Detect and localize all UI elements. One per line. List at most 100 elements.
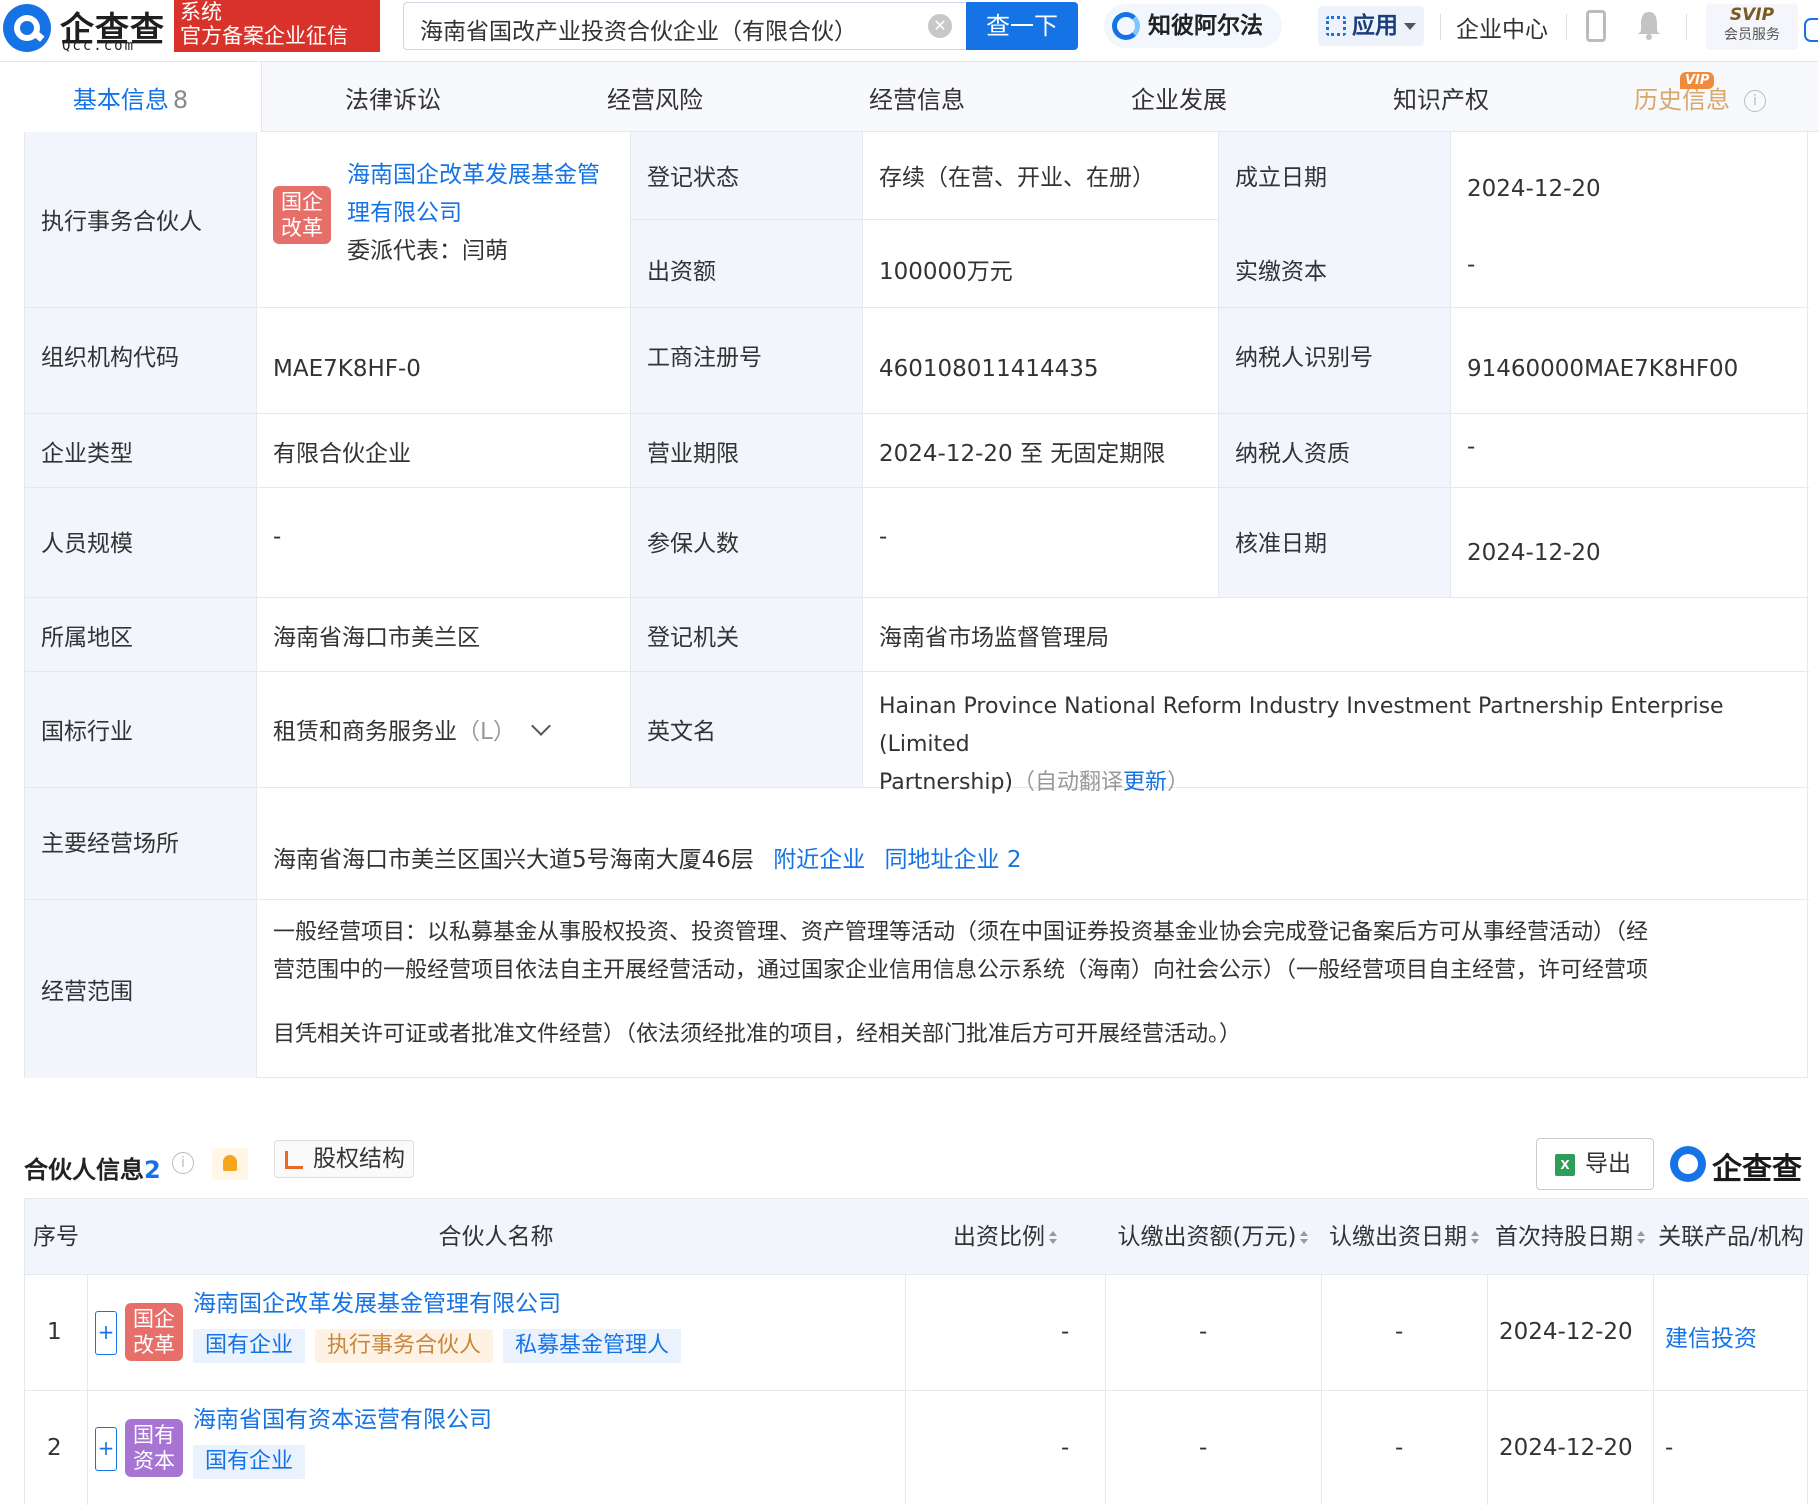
bell-shape (223, 1155, 237, 1171)
tag-state-owned[interactable]: 国有企业 (193, 1329, 306, 1363)
chevron-down-icon (1404, 23, 1416, 30)
field-label: 实缴资本 (1235, 259, 1327, 285)
en-name-value-cell: Hainan Province National Reform Industry… (863, 672, 1809, 795)
field-value: 存续（在营、开业、在册） (879, 165, 1155, 191)
capital-value-cell: 100000万元 (863, 220, 1219, 308)
sort-icon (1049, 1231, 1057, 1245)
export-button[interactable]: X 导出 (1536, 1138, 1654, 1190)
en-name-label-cell: 英文名 (631, 672, 863, 788)
svip-button[interactable]: SVIP 会员服务 (1706, 4, 1798, 50)
address-label-cell: 主要经营场所 (25, 788, 257, 900)
col-header-first-date[interactable]: 首次持股日期 (1487, 1199, 1653, 1275)
apps-menu-button[interactable]: 应用 (1318, 6, 1424, 46)
tax-qual-label-cell: 纳税人资质 (1219, 414, 1451, 488)
notification-bell-icon[interactable] (1636, 10, 1662, 40)
scope-line: 一般经营项目：以私募基金从事股权投资、投资管理、资产管理等活动（须在中国证券投资… (273, 920, 1649, 945)
field-value: 2024-12-20 (1467, 540, 1601, 566)
tax-id-value-cell: 91460000MAE7K8HF00 (1451, 308, 1809, 414)
type-value-cell: 有限合伙企业 (257, 414, 631, 488)
partner-name-link[interactable]: 海南国企改革发展基金管理有限公司 (193, 1289, 893, 1319)
mobile-app-icon[interactable] (1586, 10, 1606, 42)
col-header-subscribed[interactable]: 认缴出资额(万元) (1105, 1199, 1321, 1275)
clear-search-icon[interactable]: ✕ (928, 14, 952, 38)
enterprise-center-link[interactable]: 企业中心 (1456, 10, 1548, 44)
ratio-value: - (1061, 1435, 1070, 1461)
first-date-value: 2024-12-20 (1499, 1435, 1633, 1461)
tag-fund-manager[interactable]: 私募基金管理人 (503, 1329, 682, 1363)
field-value: 海南省海口市美兰区 (273, 625, 480, 651)
nearby-companies-link[interactable]: 附近企业 (773, 847, 865, 873)
partner-name-link[interactable]: 海南省国有资本运营有限公司 (193, 1405, 893, 1435)
logo-line: 国企 (281, 190, 323, 214)
col-label: 认缴出资额(万元) (1117, 1224, 1297, 1250)
logo-line: 改革 (281, 216, 323, 240)
address-value-cell: 海南省海口市美兰区国兴大道5号海南大厦46层 附近企业 同地址企业 2 (257, 788, 1809, 900)
vip-badge: VIP (1680, 72, 1715, 89)
logo-line: 国有 (133, 1423, 175, 1447)
col-label: 出资比例 (953, 1224, 1045, 1250)
field-value: 2024-12-20 至 无固定期限 (879, 441, 1166, 467)
tab-operation[interactable]: 经营信息 (786, 62, 1048, 132)
excel-icon: X (1555, 1154, 1575, 1176)
field-label: 纳税人识别号 (1235, 345, 1373, 371)
tab-risk[interactable]: 经营风险 (524, 62, 786, 132)
col-header-sub-date[interactable]: 认缴出资日期 (1321, 1199, 1487, 1275)
exec-partner-link-cont[interactable]: 理有限公司 (347, 194, 627, 232)
exec-partner-rep: 委派代表：闫萌 (347, 238, 508, 264)
company-logo[interactable]: 国企 改革 (273, 186, 331, 244)
tab-basic-info[interactable]: 基本信息 8 (0, 62, 262, 132)
search-button[interactable]: 查一下 (966, 2, 1078, 50)
qcc-logo-icon[interactable] (0, 2, 54, 54)
same-address-link[interactable]: 同地址企业 2 (885, 847, 1022, 873)
chevron-down-icon[interactable] (530, 716, 551, 736)
ai-assistant-button[interactable]: 知彼阿尔法 (1104, 4, 1282, 48)
equity-structure-button[interactable]: 股权结构 (274, 1140, 414, 1178)
info-icon[interactable]: i (1744, 90, 1766, 112)
col-header-related: 关联产品/机构 (1653, 1199, 1809, 1275)
tab-ip[interactable]: 知识产权 (1310, 62, 1572, 132)
brand-text: 企查查 (1712, 1152, 1802, 1187)
expand-row-button[interactable]: + (95, 1311, 117, 1355)
sort-icon (1637, 1231, 1645, 1245)
tab-count: 8 (172, 86, 189, 114)
staff-value-cell: - (257, 488, 631, 598)
tab-legal[interactable]: 法律诉讼 (262, 62, 524, 132)
org-code-label-cell: 组织机构代码 (25, 308, 257, 414)
term-label-cell: 营业期限 (631, 414, 863, 488)
basic-info-table: 执行事务合伙人 国企 改革 海南国企改革发展基金管 理有限公司 委派代表：闫萌 … (24, 132, 1809, 1078)
industry-value[interactable]: 租赁和商务服务业（L） (273, 712, 551, 746)
related-org-link[interactable]: 建信投资 (1665, 1319, 1757, 1353)
divider (1566, 14, 1567, 40)
field-value: 91460000MAE7K8HF00 (1467, 356, 1739, 382)
expand-row-button[interactable]: + (95, 1427, 117, 1471)
tag-exec-partner[interactable]: 执行事务合伙人 (315, 1329, 494, 1363)
subscribed-value: - (1199, 1435, 1208, 1461)
field-value: 460108011414435 (879, 356, 1099, 382)
field-label: 纳税人资质 (1235, 441, 1350, 467)
info-icon[interactable]: i (172, 1152, 194, 1174)
logo-line: 改革 (133, 1333, 175, 1357)
tab-development[interactable]: 企业发展 (1048, 62, 1310, 132)
field-label: 英文名 (647, 719, 716, 745)
type-label-cell: 企业类型 (25, 414, 257, 488)
company-logo[interactable]: 国企 改革 (125, 1303, 183, 1361)
top-bar: 企查查 Qcc.com 系统 官方备案企业征信 海南省国改产业投资合伙企业（有限… (0, 0, 1818, 62)
col-label: 认缴出资日期 (1329, 1224, 1467, 1250)
region-value-cell: 海南省海口市美兰区 (257, 598, 631, 672)
user-avatar-icon[interactable] (1804, 18, 1818, 42)
sort-icon (1300, 1231, 1309, 1245)
scope-label-cell: 经营范围 (25, 900, 257, 1078)
field-label: 国标行业 (41, 719, 133, 745)
industry-value-cell[interactable]: 租赁和商务服务业（L） (257, 672, 631, 788)
col-header-ratio[interactable]: 出资比例 (905, 1199, 1105, 1275)
tag-state-owned[interactable]: 国有企业 (193, 1445, 306, 1479)
company-logo[interactable]: 国有 资本 (125, 1419, 183, 1477)
partners-section-title: 合伙人信息2 (24, 1150, 161, 1185)
approve-label-cell: 核准日期 (1219, 488, 1451, 598)
capital-label-cell: 出资额 (631, 220, 863, 308)
search-input[interactable]: 海南省国改产业投资合伙企业（有限合伙） (403, 2, 965, 50)
exec-partner-link[interactable]: 海南国企改革发展基金管 (347, 156, 627, 194)
logo-line: 国企 (133, 1307, 175, 1331)
col-label: 首次持股日期 (1495, 1224, 1633, 1250)
monitor-bell-icon[interactable] (212, 1148, 248, 1180)
